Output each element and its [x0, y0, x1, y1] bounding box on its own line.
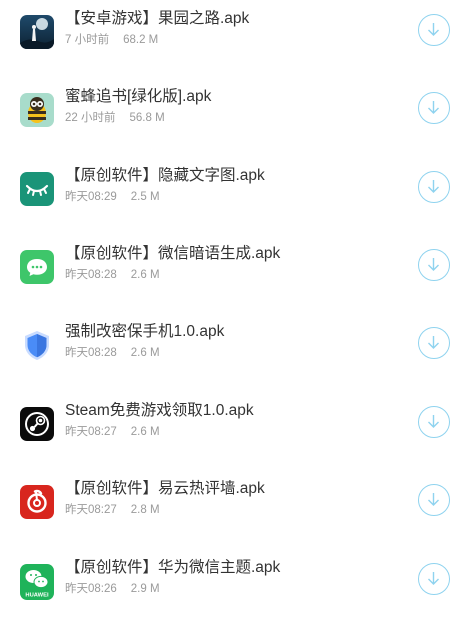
file-name: 蜜蜂追书[绿化版].apk [65, 88, 212, 105]
file-meta: 昨天08:28 2.6 M [65, 345, 160, 361]
file-size: 2.6 M [130, 347, 160, 359]
file-name: 【原创软件】华为微信主题.apk [65, 559, 281, 576]
list-item[interactable]: 【原创软件】隐藏文字图.apk 昨天08:29 2.5 M [0, 157, 472, 235]
file-name: 【原创软件】微信暗语生成.apk [65, 245, 281, 262]
list-item[interactable]: 蜜蜂追书[绿化版].apk 22 小时前 56.8 M [0, 78, 472, 156]
file-size: 2.5 M [130, 191, 160, 203]
huawei-label: HUAWEI [25, 593, 49, 599]
download-arrow-icon [428, 258, 439, 271]
download-button[interactable] [418, 249, 450, 281]
download-button[interactable] [418, 484, 450, 516]
download-arrow-icon [428, 572, 439, 585]
file-size: 56.8 M [129, 112, 165, 124]
download-button[interactable] [418, 406, 450, 438]
file-time: 7 小时前 [65, 34, 110, 46]
file-size: 2.6 M [130, 269, 160, 281]
file-time: 昨天08:27 [65, 426, 117, 438]
download-button[interactable] [418, 563, 450, 595]
download-arrow-icon [428, 23, 439, 36]
file-meta: 昨天08:26 2.9 M [65, 581, 160, 597]
file-time: 22 小时前 [65, 112, 116, 124]
file-size: 68.2 M [123, 34, 159, 46]
file-meta: 22 小时前 56.8 M [65, 110, 165, 126]
file-time: 昨天08:26 [65, 583, 117, 595]
file-list: 【安卓游戏】果园之路.apk 7 小时前 68.2 M 蜜蜂追书[绿化版].ap… [0, 0, 472, 635]
shield-app-icon [20, 328, 54, 362]
download-arrow-icon [428, 180, 439, 193]
download-arrow-icon [428, 493, 439, 506]
list-item[interactable]: 【安卓游戏】果园之路.apk 7 小时前 68.2 M [0, 0, 472, 78]
list-item[interactable]: Steam免费游戏领取1.0.apk 昨天08:27 2.6 M [0, 392, 472, 470]
list-item[interactable]: HUAWEI 【原创软件】华为微信主题.apk 昨天08:26 2.9 M [0, 549, 472, 627]
download-button[interactable] [418, 171, 450, 203]
netease-music-app-icon [20, 485, 54, 519]
file-size: 2.6 M [130, 426, 160, 438]
list-item[interactable]: 强制改密保手机1.0.apk 昨天08:28 2.6 M [0, 313, 472, 391]
steam-app-icon [20, 407, 54, 441]
file-time: 昨天08:28 [65, 347, 117, 359]
file-time: 昨天08:28 [65, 269, 117, 281]
download-button[interactable] [418, 92, 450, 124]
list-item[interactable]: 【原创软件】易云热评墙.apk 昨天08:27 2.8 M [0, 470, 472, 548]
bee-reader-app-icon [20, 93, 54, 127]
download-button[interactable] [418, 14, 450, 46]
download-arrow-icon [428, 415, 439, 428]
file-name: Steam免费游戏领取1.0.apk [65, 402, 254, 419]
file-meta: 昨天08:29 2.5 M [65, 189, 160, 205]
file-size: 2.9 M [130, 583, 160, 595]
file-meta: 昨天08:28 2.6 M [65, 267, 160, 283]
download-arrow-icon [428, 336, 439, 349]
file-name: 强制改密保手机1.0.apk [65, 323, 225, 340]
orchard-road-app-icon [20, 15, 54, 49]
file-size: 2.8 M [130, 504, 160, 516]
closed-eye-app-icon [20, 172, 54, 206]
file-name: 【原创软件】易云热评墙.apk [65, 480, 265, 497]
huawei-wechat-app-icon: HUAWEI [20, 564, 54, 600]
list-item[interactable]: 【原创软件】微信暗语生成.apk 昨天08:28 2.6 M [0, 235, 472, 313]
file-time: 昨天08:29 [65, 191, 117, 203]
file-name: 【原创软件】隐藏文字图.apk [65, 167, 265, 184]
file-meta: 昨天08:27 2.6 M [65, 424, 160, 440]
chat-bubble-app-icon [20, 250, 54, 284]
file-meta: 7 小时前 68.2 M [65, 32, 158, 48]
file-meta: 昨天08:27 2.8 M [65, 502, 160, 518]
file-name: 【安卓游戏】果园之路.apk [65, 10, 250, 27]
download-button[interactable] [418, 327, 450, 359]
file-time: 昨天08:27 [65, 504, 117, 516]
download-arrow-icon [428, 101, 439, 114]
